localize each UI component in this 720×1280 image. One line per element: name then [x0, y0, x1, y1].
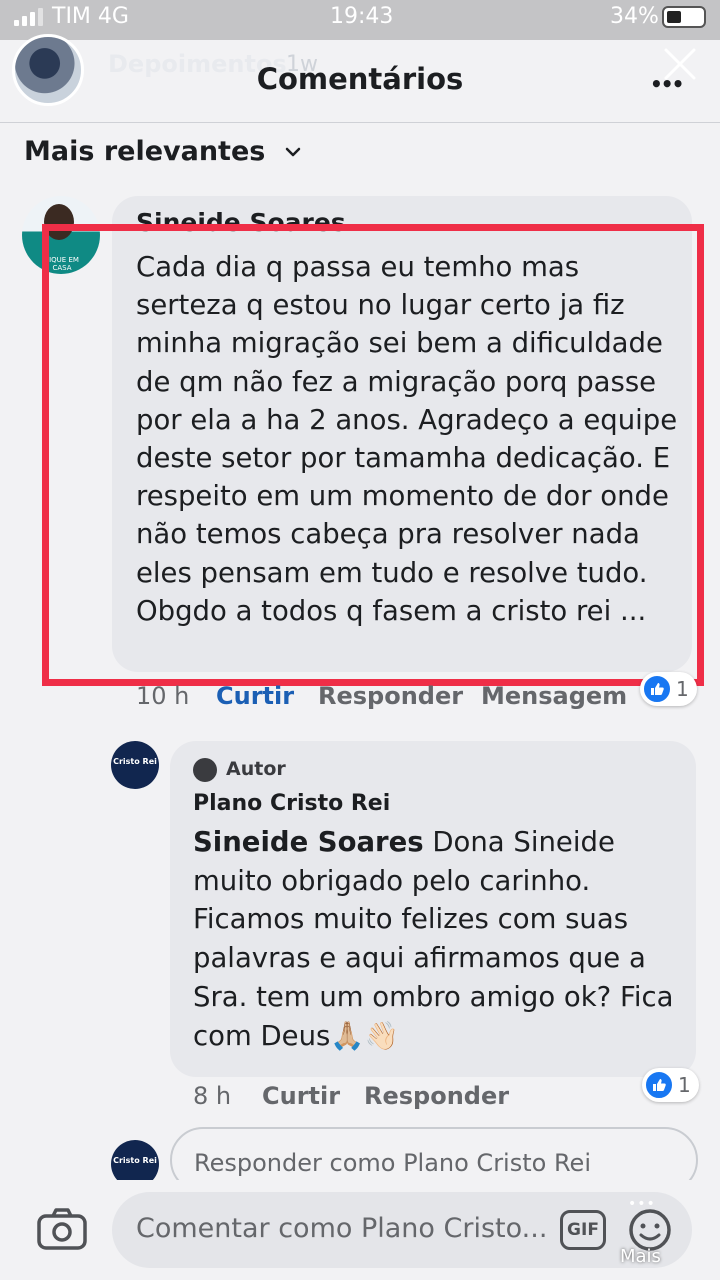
camera-icon	[37, 1208, 87, 1250]
reply-time: 8 h	[193, 1082, 232, 1110]
sort-filter-dropdown[interactable]: Mais relevantes	[24, 136, 303, 167]
more-dots-icon: •••	[628, 1196, 656, 1212]
status-time: 19:43	[330, 4, 394, 29]
reply-like-button[interactable]: Curtir	[262, 1082, 340, 1110]
reaction-count: 1	[676, 677, 689, 701]
reply-author[interactable]: Plano Cristo Rei	[193, 791, 390, 816]
like-button[interactable]: Curtir	[216, 682, 294, 710]
close-icon	[664, 48, 696, 80]
reply-button[interactable]: Responder	[318, 682, 463, 710]
sort-filter-label: Mais relevantes	[24, 136, 266, 167]
page-title: Comentários	[256, 62, 464, 96]
reply-text: Sineide Soares Dona Sineide muito obriga…	[193, 823, 693, 1055]
close-button[interactable]	[660, 44, 700, 84]
author-badge-icon	[193, 758, 217, 782]
reply-reaction-summary[interactable]: 1	[642, 1068, 699, 1102]
reply-body: Dona Sineide muito obrigado pelo carinho…	[193, 826, 674, 1052]
status-bar: TIM 4G 19:43 34%	[0, 0, 720, 40]
page-avatar[interactable]: Cristo Rei	[111, 741, 159, 789]
camera-button[interactable]	[36, 1206, 88, 1252]
signal-icon	[14, 8, 43, 26]
reply-reply-button[interactable]: Responder	[364, 1082, 509, 1110]
gif-button[interactable]: GIF	[560, 1210, 606, 1250]
reply-reaction-count: 1	[678, 1073, 691, 1097]
author-badge-label: Autor	[226, 758, 286, 780]
chevron-down-icon	[286, 147, 301, 156]
reply-mention[interactable]: Sineide Soares	[193, 826, 424, 858]
reaction-summary[interactable]: 1	[640, 672, 697, 706]
battery-percent: 34%	[610, 4, 659, 29]
header-divider	[0, 122, 720, 123]
like-reaction-icon	[644, 1070, 674, 1100]
message-button[interactable]: Mensagem	[481, 682, 627, 710]
like-reaction-icon	[642, 674, 672, 704]
comment-time: 10 h	[136, 682, 190, 710]
carrier-label: TIM 4G	[52, 4, 129, 29]
battery-icon	[662, 6, 706, 28]
highlight-annotation-box	[42, 224, 704, 686]
more-label[interactable]: Mais	[620, 1246, 661, 1267]
